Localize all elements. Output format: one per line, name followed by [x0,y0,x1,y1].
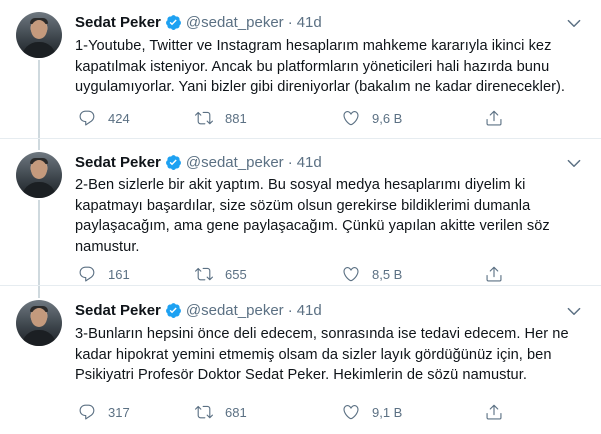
author-name[interactable]: Sedat Peker [75,154,161,171]
tweet-text: 1-Youtube, Twitter ve Instagram hesaplar… [75,36,585,98]
heart-icon [343,267,359,282]
tweet-actions: 317 681 9,1 B [75,402,575,422]
tweet[interactable]: Sedat Peker @sedat_peker · 41d 3-Bunları… [0,286,601,434]
heart-icon [343,405,359,420]
retweet-button[interactable]: 655 [195,264,247,284]
thread-line [38,60,40,140]
tweet-text-line: kapatmayı başardılar, size sözüm olsun g… [75,197,531,214]
author-name[interactable]: Sedat Peker [75,302,161,319]
thread-line [38,286,40,298]
tweet-text-line: 3-Bunların hepsini önce deli edecem, son… [75,326,569,342]
like-button[interactable]: 8,5 B [342,264,402,284]
like-count: 9,6 B [372,110,403,126]
share-button[interactable] [485,108,503,128]
retweet-icon [195,111,213,125]
tweet[interactable]: Sedat Peker @sedat_peker · 41d 2-Ben siz… [0,140,601,286]
tweet-text-line: Psikiyatri Profesör Doktor Sedat Peker. … [75,367,527,383]
reply-button[interactable]: 317 [78,402,130,422]
author-handle[interactable]: @sedat_peker [186,302,284,319]
share-icon [486,404,502,420]
verified-badge-icon [165,154,181,170]
retweet-icon [195,405,213,419]
tweet-actions: 161 655 8,5 B [75,264,575,284]
share-button[interactable] [485,264,503,284]
thread-line [38,140,40,150]
like-count: 8,5 B [372,266,403,282]
avatar[interactable] [16,300,62,346]
avatar[interactable] [16,12,62,58]
tweet-actions: 424 881 9,6 B [75,108,575,128]
timestamp[interactable]: 41d [297,302,322,319]
tweet-header: Sedat Peker @sedat_peker · 41d [75,300,322,320]
tweet-text-line: 1-Youtube, Twitter ve Instagram hesaplar… [75,38,552,54]
retweet-button[interactable]: 881 [195,108,247,128]
tweet[interactable]: Sedat Peker @sedat_peker · 41d 1-Youtube… [0,0,601,140]
verified-badge-icon [165,14,181,30]
chevron-down-icon[interactable] [565,14,583,32]
like-button[interactable]: 9,6 B [342,108,402,128]
separator [0,138,601,139]
tweet-text: 3-Bunların hepsini önce deli edecem, son… [75,324,585,386]
reply-count: 424 [108,110,130,126]
share-icon [486,266,502,282]
retweet-count: 655 [225,266,247,282]
separator-dot: · [287,301,293,319]
chevron-down-icon[interactable] [565,302,583,320]
reply-icon [79,110,95,126]
author-handle[interactable]: @sedat_peker [186,154,284,171]
timestamp[interactable]: 41d [297,154,322,171]
share-button[interactable] [485,402,503,422]
retweet-icon [195,267,213,281]
reply-button[interactable]: 161 [78,264,130,284]
tweet-feed: Sedat Peker @sedat_peker · 41d 1-Youtube… [0,0,601,434]
chevron-down-icon[interactable] [565,154,583,172]
author-name[interactable]: Sedat Peker [75,14,161,31]
heart-icon [343,111,359,126]
reply-button[interactable]: 424 [78,108,130,128]
tweet-header: Sedat Peker @sedat_peker · 41d [75,152,322,172]
reply-icon [79,266,95,282]
share-icon [486,110,502,126]
like-button[interactable]: 9,1 B [342,402,402,422]
tweet-text-line: paylaşacağım, ama gene paylaşacağım. Çün… [75,218,550,234]
tweet-text-line: namustur. [75,238,140,255]
reply-count: 161 [108,266,130,282]
thread-line [38,200,40,286]
verified-badge-icon [165,302,181,318]
tweet-text-line: uygulamıyorlar. Yani bizler gibi direniy… [75,79,566,95]
separator-dot: · [287,153,293,171]
tweet-header: Sedat Peker @sedat_peker · 41d [75,12,322,32]
like-count: 9,1 B [372,404,403,420]
retweet-button[interactable]: 681 [195,402,247,422]
retweet-count: 881 [225,110,247,126]
reply-icon [79,404,95,420]
tweet-text: 2-Ben sizlerle bir akit yaptım. Bu sosya… [75,175,585,257]
tweet-text-line: kadar hipokrat yemini etmemiş olsam da s… [75,346,552,363]
reply-count: 317 [108,404,130,420]
timestamp[interactable]: 41d [297,14,322,31]
tweet-text-line: 2-Ben sizlerle bir akit yaptım. Bu sosya… [75,177,526,193]
retweet-count: 681 [225,404,247,420]
tweet-text-line: kapatılmak isteniyor. Ancak bu platforml… [75,58,550,75]
author-handle[interactable]: @sedat_peker [186,14,284,31]
avatar[interactable] [16,152,62,198]
separator-dot: · [287,13,293,31]
